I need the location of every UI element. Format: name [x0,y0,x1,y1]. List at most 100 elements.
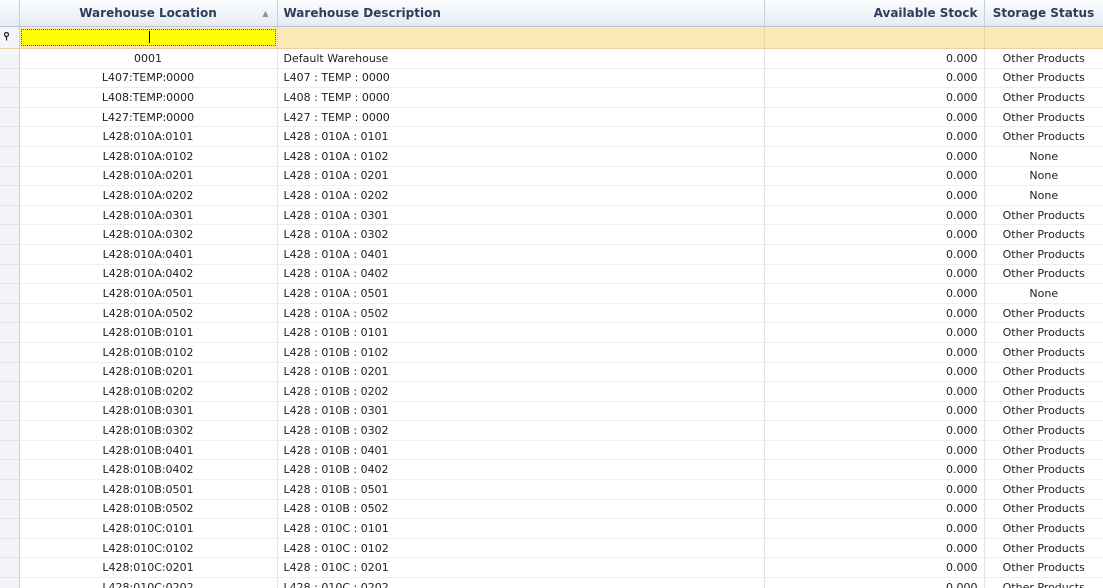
warehouse-grid[interactable]: Warehouse Location ▲ Warehouse Descripti… [0,0,1103,588]
table-row[interactable]: L428:010B:0502 L428 : 010B : 0502 0.000 Oth… [0,499,1103,520]
cell-location[interactable]: L428:010B:0501 [19,479,278,500]
cell-status[interactable]: Other Products [984,107,1103,128]
cell-description[interactable]: L428 : 010B : 0101 [277,322,765,343]
cell-stock[interactable]: 0.000 [764,459,985,481]
cell-description[interactable]: L408 : TEMP : 0000 [277,87,765,108]
cell-location[interactable]: L427:TEMP:0000 [19,107,278,128]
cell-stock[interactable]: 0.000 [764,440,985,461]
cell-status[interactable]: Other Products [984,244,1103,265]
cell-stock[interactable]: 0.000 [764,362,985,383]
cell-description[interactable]: L428 : 010B : 0302 [277,420,765,441]
cell-description[interactable]: L428 : 010B : 0301 [277,401,765,422]
cell-status[interactable]: Other Products [984,459,1103,481]
filter-cell-description[interactable] [277,26,765,49]
cell-description[interactable]: L428 : 010B : 0501 [277,479,765,500]
cell-status[interactable]: Other Products [984,224,1103,245]
cell-location[interactable]: L428:010A:0502 [19,303,278,324]
cell-description[interactable]: L428 : 010A : 0202 [277,185,765,206]
cell-stock[interactable]: 0.000 [764,538,985,559]
table-row[interactable]: L428:010A:0302 L428 : 010A : 0302 0.000 Oth… [0,224,1103,245]
cell-location[interactable]: L428:010A:0302 [19,224,278,245]
cell-status[interactable]: Other Products [984,499,1103,520]
cell-description[interactable]: Default Warehouse [277,48,765,69]
cell-location[interactable]: L428:010B:0201 [19,362,278,383]
cell-status[interactable]: Other Products [984,420,1103,441]
table-row[interactable]: L428:010A:0202 L428 : 010A : 0202 0.000 Non… [0,185,1103,206]
table-row[interactable]: L428:010B:0201 L428 : 010B : 0201 0.000 Oth… [0,362,1103,383]
cell-description[interactable]: L407 : TEMP : 0000 [277,68,765,89]
cell-location[interactable]: L428:010A:0501 [19,283,278,304]
table-row[interactable]: L408:TEMP:0000 L408 : TEMP : 0000 0.000 Oth… [0,87,1103,108]
cell-location[interactable]: L428:010B:0401 [19,440,278,461]
cell-description[interactable]: L428 : 010C : 0201 [277,557,765,579]
column-header-status[interactable]: Storage Status [984,0,1103,27]
filter-cell-location[interactable] [19,26,278,49]
cell-location[interactable]: 0001 [19,48,278,69]
cell-stock[interactable]: 0.000 [764,185,985,206]
cell-status[interactable]: Other Products [984,401,1103,422]
cell-description[interactable]: L428 : 010A : 0201 [277,166,765,187]
cell-status[interactable]: None [984,185,1103,206]
cell-location[interactable]: L428:010B:0101 [19,322,278,343]
table-row[interactable]: L427:TEMP:0000 L427 : TEMP : 0000 0.000 Oth… [0,107,1103,128]
cell-stock[interactable]: 0.000 [764,146,985,167]
table-row[interactable]: L428:010A:0502 L428 : 010A : 0502 0.000 Oth… [0,303,1103,324]
cell-stock[interactable]: 0.000 [764,68,985,89]
table-row[interactable]: L428:010A:0101 L428 : 010A : 0101 0.000 Oth… [0,126,1103,147]
cell-stock[interactable]: 0.000 [764,557,985,579]
cell-description[interactable]: L428 : 010B : 0502 [277,499,765,520]
table-row[interactable]: L428:010B:0202 L428 : 010B : 0202 0.000 Oth… [0,381,1103,402]
cell-status[interactable]: Other Products [984,518,1103,539]
cell-status[interactable]: Other Products [984,479,1103,500]
cell-location[interactable]: L428:010A:0101 [19,126,278,147]
cell-description[interactable]: L428 : 010C : 0102 [277,538,765,559]
cell-description[interactable]: L428 : 010B : 0401 [277,440,765,461]
table-row[interactable]: L428:010C:0201 L428 : 010C : 0201 0.000 Oth… [0,557,1103,579]
table-row[interactable]: L428:010B:0301 L428 : 010B : 0301 0.000 Oth… [0,401,1103,422]
table-row[interactable]: L428:010B:0501 L428 : 010B : 0501 0.000 Oth… [0,479,1103,500]
cell-status[interactable]: Other Products [984,440,1103,461]
filter-cell-status[interactable] [984,26,1103,49]
cell-status[interactable]: Other Products [984,87,1103,108]
cell-location[interactable]: L428:010B:0301 [19,401,278,422]
cell-stock[interactable]: 0.000 [764,518,985,539]
cell-location[interactable]: L428:010C:0201 [19,557,278,579]
cell-status[interactable]: None [984,283,1103,304]
cell-status[interactable]: Other Products [984,303,1103,324]
table-row[interactable]: L428:010B:0102 L428 : 010B : 0102 0.000 Oth… [0,342,1103,363]
cell-status[interactable]: None [984,146,1103,167]
cell-location[interactable]: L407:TEMP:0000 [19,68,278,89]
table-row[interactable]: L428:010A:0402 L428 : 010A : 0402 0.000 Oth… [0,264,1103,285]
table-row[interactable]: L428:010C:0202 L428 : 010C : 0202 0.000 Oth… [0,577,1103,588]
cell-status[interactable]: Other Products [984,381,1103,402]
cell-status[interactable]: Other Products [984,264,1103,285]
cell-stock[interactable]: 0.000 [764,283,985,304]
cell-stock[interactable]: 0.000 [764,107,985,128]
column-header-stock[interactable]: Available Stock [764,0,985,27]
cell-stock[interactable]: 0.000 [764,126,985,147]
cell-stock[interactable]: 0.000 [764,87,985,108]
cell-stock[interactable]: 0.000 [764,264,985,285]
cell-location[interactable]: L428:010B:0102 [19,342,278,363]
cell-description[interactable]: L428 : 010A : 0102 [277,146,765,167]
cell-description[interactable]: L428 : 010B : 0202 [277,381,765,402]
cell-stock[interactable]: 0.000 [764,244,985,265]
cell-location[interactable]: L428:010C:0102 [19,538,278,559]
cell-stock[interactable]: 0.000 [764,577,985,588]
cell-description[interactable]: L428 : 010A : 0301 [277,205,765,226]
cell-location[interactable]: L428:010A:0301 [19,205,278,226]
cell-description[interactable]: L428 : 010C : 0202 [277,577,765,588]
table-row[interactable]: L407:TEMP:0000 L407 : TEMP : 0000 0.000 Oth… [0,68,1103,89]
cell-description[interactable]: L428 : 010A : 0101 [277,126,765,147]
cell-stock[interactable]: 0.000 [764,479,985,500]
cell-status[interactable]: Other Products [984,538,1103,559]
cell-location[interactable]: L408:TEMP:0000 [19,87,278,108]
cell-location[interactable]: L428:010B:0402 [19,459,278,481]
table-row[interactable]: L428:010B:0101 L428 : 010B : 0101 0.000 Oth… [0,322,1103,343]
cell-location[interactable]: L428:010C:0101 [19,518,278,539]
cell-description[interactable]: L428 : 010C : 0101 [277,518,765,539]
cell-stock[interactable]: 0.000 [764,322,985,343]
cell-location[interactable]: L428:010A:0201 [19,166,278,187]
cell-status[interactable]: Other Products [984,205,1103,226]
cell-description[interactable]: L428 : 010A : 0401 [277,244,765,265]
